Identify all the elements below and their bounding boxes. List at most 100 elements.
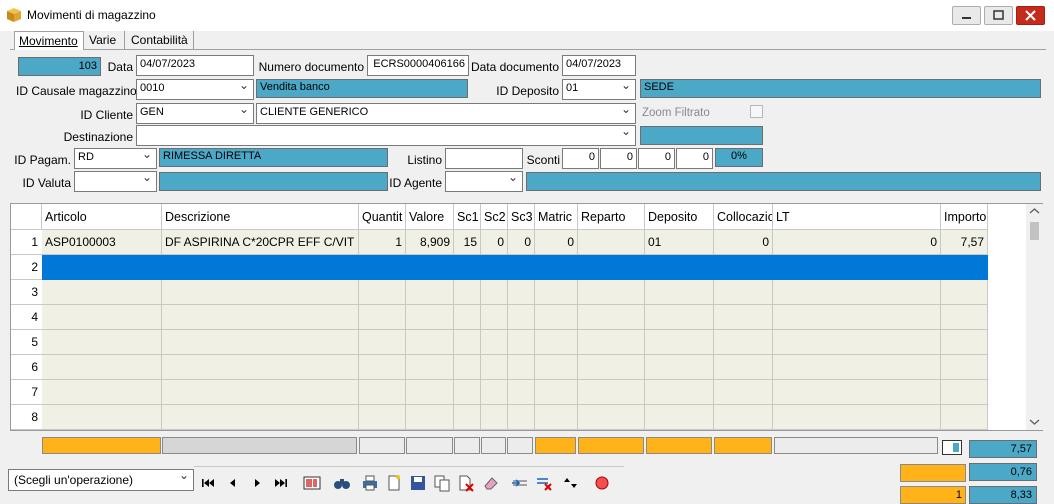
column-header[interactable]: LT [773,204,941,230]
grid-cell[interactable] [578,305,645,330]
column-header[interactable]: Sc2 [481,204,508,230]
search-button[interactable] [332,473,352,493]
column-header[interactable]: Quantit [359,204,406,230]
cell-matric[interactable]: 0 [535,230,578,255]
grid-cell[interactable] [535,280,578,305]
record-button[interactable] [592,473,612,493]
cell-sc1[interactable]: 15 [454,230,481,255]
grid-cell[interactable] [578,380,645,405]
grid-cell[interactable] [508,355,535,380]
pagamento-select[interactable]: RD [74,148,157,169]
grid-cell[interactable] [454,380,481,405]
grid-cell[interactable] [42,380,162,405]
vertical-scrollbar[interactable] [1026,204,1043,430]
move-row-button[interactable] [560,473,578,493]
grid-cell[interactable] [359,380,406,405]
panel-toggle-icon[interactable] [942,440,962,455]
destinazione-select[interactable] [136,125,636,146]
grid-cell[interactable] [941,405,988,430]
grid-cell[interactable] [941,305,988,330]
grid-cell[interactable] [508,305,535,330]
deposito-select[interactable]: 01 [562,79,636,100]
minimize-button[interactable] [952,6,981,25]
close-button[interactable] [1016,6,1045,25]
grid-cell[interactable] [406,380,454,405]
cell-deposito[interactable]: 01 [645,230,714,255]
sconto-3-field[interactable]: 0 [638,148,675,169]
grid-cell[interactable] [481,330,508,355]
eraser-button[interactable] [481,473,501,493]
column-header[interactable]: Deposito [645,204,714,230]
grid-cell[interactable] [508,405,535,430]
save-button[interactable] [408,473,428,493]
grid-cell[interactable] [578,330,645,355]
grid-cell[interactable] [481,355,508,380]
grid-cell[interactable] [714,380,773,405]
sconto-1-field[interactable]: 0 [562,148,599,169]
grid-cell[interactable] [359,330,406,355]
tab-contabilita[interactable]: Contabilità [127,31,194,50]
grid-cell[interactable] [941,355,988,380]
grid-cell[interactable] [42,305,162,330]
next-record-button[interactable] [247,473,267,493]
grid-cell[interactable] [162,355,359,380]
grid-cell[interactable] [481,405,508,430]
cell-valore[interactable]: 8,909 [406,230,454,255]
grid-cell[interactable] [714,305,773,330]
grid-cell[interactable] [941,330,988,355]
grid-cell[interactable] [645,355,714,380]
listino-field[interactable] [445,148,523,169]
cliente-name-select[interactable]: CLIENTE GENERICO [256,103,636,124]
grid-cell[interactable] [578,405,645,430]
column-header[interactable]: Sc3 [508,204,535,230]
maximize-button[interactable] [984,6,1013,25]
grid-cell[interactable] [162,280,359,305]
valuta-select[interactable] [74,171,157,192]
grid-cell[interactable] [535,330,578,355]
barcode-button[interactable] [302,473,322,493]
grid-cell[interactable] [454,305,481,330]
grid-cell[interactable] [941,280,988,305]
agente-select[interactable] [445,171,523,192]
grid-cell[interactable] [578,280,645,305]
cell-descrizione[interactable]: DF ASPIRINA C*20CPR EFF C/VIT C [162,230,359,255]
data-field[interactable]: 04/07/2023 [136,55,254,76]
grid-cell[interactable] [941,380,988,405]
grid-cell[interactable] [481,280,508,305]
delete-row-button[interactable] [534,473,554,493]
last-record-button[interactable] [271,473,291,493]
grid-cell[interactable] [645,305,714,330]
cell-lt[interactable]: 0 [773,230,941,255]
grid-cell[interactable] [714,330,773,355]
tab-movimento[interactable]: Movimento [14,31,84,50]
cliente-select[interactable]: GEN [136,103,254,124]
grid-cell[interactable] [645,380,714,405]
grid-cell[interactable] [773,330,941,355]
id-field[interactable]: 103 [18,57,101,76]
grid-cell[interactable] [359,280,406,305]
first-record-button[interactable] [198,473,218,493]
grid-cell[interactable] [508,280,535,305]
data-documento-field[interactable]: 04/07/2023 [562,55,636,76]
selected-row[interactable] [42,255,988,280]
copy-button[interactable] [432,473,452,493]
grid-cell[interactable] [508,330,535,355]
articles-grid[interactable]: Articolo Descrizione Quantit Valore Sc1 … [10,203,1043,431]
cell-reparto[interactable] [578,230,645,255]
grid-cell[interactable] [42,330,162,355]
grid-cell[interactable] [162,330,359,355]
grid-cell[interactable] [454,330,481,355]
grid-cell[interactable] [454,280,481,305]
grid-cell[interactable] [773,405,941,430]
grid-cell[interactable] [359,355,406,380]
grid-cell[interactable] [406,355,454,380]
grid-cell[interactable] [773,305,941,330]
cell-articolo[interactable]: ASP0100003 [42,230,162,255]
grid-cell[interactable] [406,330,454,355]
grid-cell[interactable] [714,355,773,380]
column-header[interactable]: Reparto [578,204,645,230]
sconto-2-field[interactable]: 0 [600,148,637,169]
delete-document-button[interactable] [456,473,476,493]
grid-cell[interactable] [406,305,454,330]
causale-select[interactable]: 0010 [136,79,254,100]
